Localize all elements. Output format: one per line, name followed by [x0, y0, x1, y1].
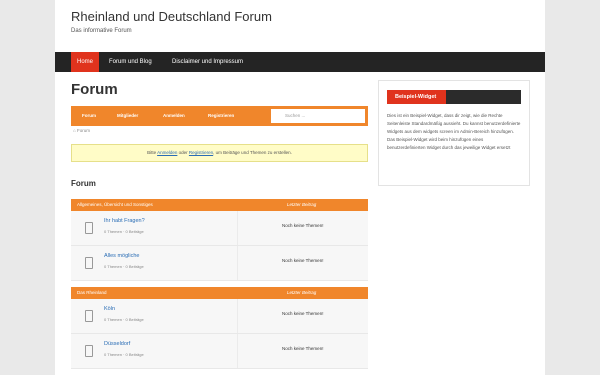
category-header: Das Rheinland Letzter Beitrag: [71, 287, 368, 299]
main-navigation: Home Forum und Blog Disclaimer und Impre…: [55, 52, 545, 72]
forum-title[interactable]: Alles mögliche: [104, 253, 139, 259]
forum-nav-login[interactable]: Anmelden: [163, 106, 185, 126]
breadcrumb-forum[interactable]: Forum: [77, 128, 90, 133]
notice-text-start: Bitte: [147, 150, 158, 155]
forum-last-post: Noch keine Themen!: [282, 223, 324, 228]
forum-heading: Forum: [71, 179, 96, 188]
notice-text-middle: oder: [177, 150, 189, 155]
home-icon[interactable]: ⌂: [73, 128, 76, 133]
divider: [237, 299, 238, 333]
forum-title[interactable]: Köln: [104, 306, 115, 312]
login-notice: Bitte Anmelden oder Registrieren, um Bei…: [71, 144, 368, 162]
forum-row: Ihr habt Fragen? 0 Themen · 0 Beiträge N…: [71, 211, 368, 246]
forum-nav-register[interactable]: Registrieren: [208, 106, 234, 126]
forum-stats: 0 Themen · 0 Beiträge: [104, 264, 144, 269]
category-name[interactable]: Das Rheinland: [77, 287, 107, 299]
forum-icon: [85, 345, 93, 357]
last-post-label: Letzter Beitrag: [287, 202, 317, 207]
forum-stats: 0 Themen · 0 Beiträge: [104, 229, 144, 234]
widget-title: Beispiel-Widget: [387, 90, 447, 104]
forum-row: Köln 0 Themen · 0 Beiträge Noch keine Th…: [71, 299, 368, 334]
forum-stats: 0 Themen · 0 Beiträge: [104, 352, 144, 357]
site-description: Das informative Forum: [71, 28, 132, 34]
forum-nav-forum[interactable]: Forum: [82, 106, 96, 126]
forum-icon: [85, 222, 93, 234]
notice-text-end: , um Beiträge und Themen zu erstellen.: [213, 150, 292, 155]
forum-icon: [85, 257, 93, 269]
forum-row: Düsseldorf 0 Themen · 0 Beiträge Noch ke…: [71, 334, 368, 369]
last-post-label: Letzter Beitrag: [287, 290, 317, 295]
forum-navigation: Forum Mitglieder Anmelden Registrieren S…: [71, 106, 368, 126]
nav-item-home[interactable]: Home: [71, 52, 100, 72]
category-name[interactable]: Allgemeines, Übersicht und Sonstiges: [77, 199, 153, 211]
category-header: Allgemeines, Übersicht und Sonstiges Let…: [71, 199, 368, 211]
divider: [237, 246, 238, 280]
forum-title[interactable]: Ihr habt Fragen?: [104, 218, 145, 224]
forum-last-post: Noch keine Themen!: [282, 346, 324, 351]
nav-item-disclaimer[interactable]: Disclaimer und Impressum: [166, 52, 249, 72]
divider: [237, 334, 238, 368]
forum-stats: 0 Themen · 0 Beiträge: [104, 317, 144, 322]
forum-row: Alles mögliche 0 Themen · 0 Beiträge Noc…: [71, 246, 368, 281]
forum-title[interactable]: Düsseldorf: [104, 341, 130, 347]
widget-text: Dies ist ein Beispiel-Widget, dass dir z…: [387, 113, 521, 150]
forum-last-post: Noch keine Themen!: [282, 258, 324, 263]
nav-item-forum-blog[interactable]: Forum und Blog: [103, 52, 158, 72]
forum-icon: [85, 310, 93, 322]
divider: [237, 211, 238, 245]
forum-nav-members[interactable]: Mitglieder: [117, 106, 138, 126]
forum-last-post: Noch keine Themen!: [282, 311, 324, 316]
page-title: Forum: [71, 81, 118, 98]
forum-search-input[interactable]: Suchen ...: [271, 109, 365, 123]
login-link[interactable]: Anmelden: [157, 150, 177, 155]
widget-header: Beispiel-Widget: [387, 90, 521, 104]
sidebar-widget: Beispiel-Widget Dies ist ein Beispiel-Wi…: [378, 80, 530, 186]
breadcrumb: ⌂ Forum: [73, 128, 90, 133]
register-link[interactable]: Registrieren: [189, 150, 213, 155]
site-title[interactable]: Rheinland und Deutschland Forum: [71, 9, 272, 24]
